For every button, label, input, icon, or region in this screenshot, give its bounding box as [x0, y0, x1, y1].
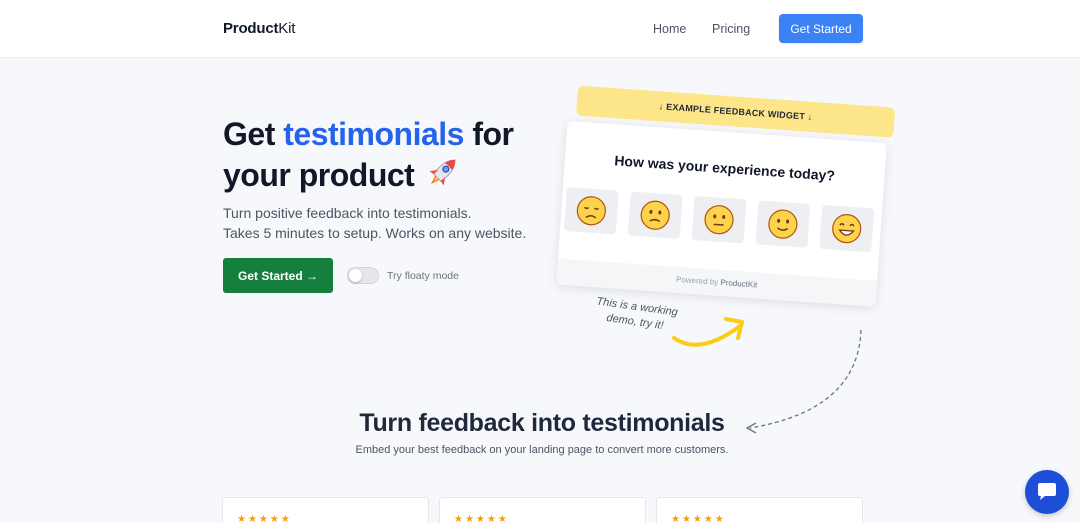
testimonial-card: ★★★★★ — [222, 497, 429, 523]
testimonial-card: ★★★★★ — [656, 497, 863, 523]
curved-arrow-icon — [672, 317, 744, 347]
chat-bubble-icon — [1038, 483, 1056, 500]
star-rating: ★★★★★ — [671, 514, 726, 523]
section-title: Turn feedback into testimonials — [359, 409, 725, 437]
section-subtitle: Embed your best feedback on your landing… — [355, 444, 729, 456]
star-rating: ★★★★★ — [237, 514, 292, 523]
testimonial-card: ★★★★★ — [439, 497, 646, 523]
chat-launcher-button[interactable] — [1025, 470, 1069, 514]
star-rating: ★★★★★ — [454, 514, 509, 523]
